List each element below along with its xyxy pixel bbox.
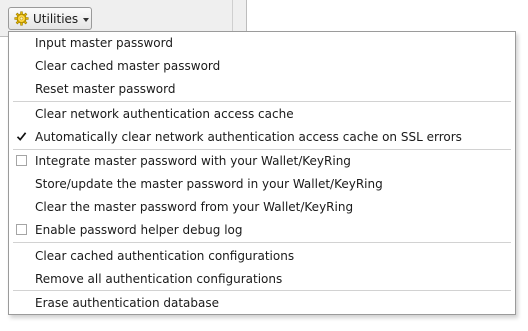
- menu-item-label: Clear the master password from your Wall…: [35, 200, 354, 214]
- menu-item-label: Integrate master password with your Wall…: [35, 154, 351, 168]
- menu-item-remove-all-auth-configs[interactable]: Remove all authentication configurations: [9, 268, 515, 290]
- menu-item-label: Store/update the master password in your…: [35, 177, 383, 191]
- menu-item-label: Reset master password: [35, 82, 176, 96]
- menu-item-label: Clear cached master password: [35, 59, 221, 73]
- checkmark-icon: [16, 132, 27, 141]
- menu-item-auto-clear-on-ssl-errors[interactable]: Automatically clear network authenticati…: [9, 126, 515, 148]
- chevron-down-icon: [83, 17, 90, 22]
- menu-item-label: Clear cached authentication configuratio…: [35, 249, 295, 263]
- utilities-dropdown-menu: Input master password Clear cached maste…: [8, 31, 516, 315]
- menu-item-label: Automatically clear network authenticati…: [35, 130, 462, 144]
- menu-item-reset-master-password[interactable]: Reset master password: [9, 78, 515, 100]
- utilities-button-label: Utilities: [33, 11, 79, 26]
- menu-separator: [13, 290, 511, 291]
- menu-item-erase-auth-database[interactable]: Erase authentication database: [9, 292, 515, 314]
- menu-item-integrate-wallet-keyring[interactable]: Integrate master password with your Wall…: [9, 150, 515, 172]
- menu-separator: [13, 242, 511, 243]
- utilities-menu-button[interactable]: Utilities: [8, 7, 92, 30]
- menu-item-label: Enable password helper debug log: [35, 223, 243, 237]
- menu-item-clear-cached-master-password[interactable]: Clear cached master password: [9, 55, 515, 77]
- menu-item-clear-cached-auth-configs[interactable]: Clear cached authentication configuratio…: [9, 245, 515, 267]
- menu-item-label: Erase authentication database: [35, 296, 220, 310]
- menu-item-label: Remove all authentication configurations: [35, 272, 283, 286]
- menu-item-clear-wallet-keyring[interactable]: Clear the master password from your Wall…: [9, 196, 515, 218]
- checkbox-unchecked-icon: [16, 224, 27, 235]
- menu-separator: [13, 101, 511, 102]
- menu-item-enable-helper-debug-log[interactable]: Enable password helper debug log: [9, 219, 515, 241]
- menu-item-input-master-password[interactable]: Input master password: [9, 32, 515, 54]
- menu-item-label: Clear network authentication access cach…: [35, 107, 294, 121]
- gear-icon: [14, 11, 29, 26]
- menu-item-label: Input master password: [35, 36, 173, 50]
- menu-item-store-update-wallet-keyring[interactable]: Store/update the master password in your…: [9, 173, 515, 195]
- checkbox-unchecked-icon: [16, 155, 27, 166]
- menu-item-clear-network-auth-cache[interactable]: Clear network authentication access cach…: [9, 103, 515, 125]
